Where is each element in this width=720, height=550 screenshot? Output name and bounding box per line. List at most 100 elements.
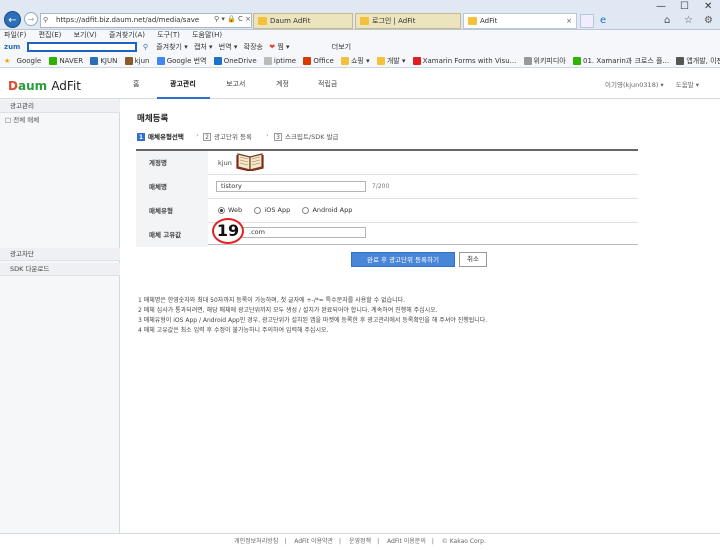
blog-icon [124, 57, 133, 65]
note-3: 3 매체유형이 iOS App / Android App인 경우, 광고단위가… [138, 317, 488, 324]
folder-icon [376, 57, 385, 65]
zum-search-input[interactable] [26, 42, 137, 52]
step-arrow-icon: › [196, 131, 199, 139]
menu-tools[interactable]: 도구(T) [157, 31, 180, 39]
nav-account[interactable]: 계정 [276, 79, 289, 89]
toolbar-more[interactable]: 더보기 [332, 43, 351, 51]
media-name-counter: 7/200 [372, 183, 390, 190]
note-2: 2 매체 심사가 통과되려면, 해당 매체에 광고단위까지 모두 생성 / 설치… [138, 307, 438, 314]
notes-list: 1 매체명은 한영숫자와 최대 50자까지 등록이 가능하며, 첫 글자에 +-… [138, 296, 638, 336]
page-icon [90, 57, 99, 65]
sidebar [0, 99, 120, 533]
tab-adfit[interactable]: AdFit × [463, 13, 577, 29]
daum-adfit-logo[interactable]: Daum AdFit [8, 79, 81, 93]
heart-icon: ❤ [269, 43, 276, 51]
toolbar-favorites[interactable]: 즐겨찾기 [156, 43, 182, 51]
media-name-label: 매체명 [136, 175, 208, 199]
new-tab-button[interactable] [580, 14, 594, 28]
step-2: 2 광고단위 등록 [203, 131, 252, 141]
sidebar-item-all-media[interactable]: □ 전체 매체 [0, 114, 120, 127]
edge-icon[interactable]: e [600, 15, 606, 26]
note-1: 1 매체명은 한영숫자와 최대 50자까지 등록이 가능하며, 첫 글자에 +-… [138, 297, 406, 304]
nav-reports[interactable]: 보고서 [226, 79, 245, 89]
step-arrow-icon: › [266, 131, 269, 139]
user-menu[interactable]: 이기영(kjun0318) ▾ 도움말 ▾ [605, 79, 699, 89]
page-icon [676, 57, 685, 65]
search-icon[interactable]: ⚲ [143, 43, 148, 51]
radio-web[interactable] [218, 206, 225, 214]
home-icon[interactable]: ⌂ [664, 15, 670, 26]
toolbar-capture[interactable]: 캡처 [194, 43, 207, 51]
toolbar-translate[interactable]: 번역 [219, 43, 232, 51]
sidebar-section-ad-block[interactable]: 광고차단 [0, 248, 120, 261]
fav-iptime[interactable]: iptime [274, 57, 296, 65]
media-type-radio-group: Web iOS App Android App [218, 206, 362, 214]
close-tab-icon[interactable]: × [566, 14, 572, 28]
menu-edit[interactable]: 편집(E) [39, 31, 62, 39]
cancel-button[interactable]: 취소 [459, 252, 487, 267]
fav-naver[interactable]: NAVER [59, 57, 83, 65]
fav-wiki[interactable]: 위키피디아 [534, 57, 566, 65]
translate-icon [156, 57, 165, 65]
fav-kjun[interactable]: kjun [135, 57, 150, 65]
footer-privacy-link[interactable]: 개인정보처리방침 [234, 538, 278, 545]
fav-xamarin[interactable]: Xamarin Forms with Visu... [423, 57, 517, 65]
menu-help[interactable]: 도움말(H) [192, 31, 222, 39]
nav-home[interactable]: 홈 [133, 79, 139, 89]
footer-copyright: © Kakao Corp. [441, 538, 486, 545]
menu-favorites[interactable]: 즐겨찾기(A) [109, 31, 145, 39]
forward-button[interactable]: → [24, 12, 38, 26]
close-window-icon[interactable]: ✕ [704, 1, 712, 12]
fav-onedrive[interactable]: OneDrive [224, 57, 257, 65]
footer-policy-link[interactable]: 운영정책 [349, 538, 371, 545]
fav-dev[interactable]: 개발 [387, 57, 400, 65]
menu-file[interactable]: 파일(F) [4, 31, 26, 39]
nav-active-indicator [157, 97, 210, 99]
fav-shopping[interactable]: 쇼핑 [351, 57, 364, 65]
radio-ios-app[interactable] [254, 206, 262, 214]
page-icon [263, 57, 272, 65]
submit-and-register-ad-unit-button[interactable]: 완료 후 광고단위 등록하기 [351, 252, 455, 267]
sidebar-section-ad-management[interactable]: 광고관리 [0, 100, 120, 113]
youtube-icon [412, 57, 421, 65]
favorites-star-icon[interactable]: ☆ [684, 15, 693, 26]
nav-ad-management[interactable]: 광고관리 [170, 79, 196, 89]
account-label: 계정명 [136, 151, 208, 175]
onedrive-icon [213, 57, 222, 65]
media-name-input[interactable]: tistory [216, 181, 366, 192]
toolbar-extension[interactable]: 확장송 [244, 43, 263, 51]
back-button[interactable]: ← [4, 11, 21, 28]
office-icon [303, 57, 312, 65]
help-menu[interactable]: 도움말 ▾ [676, 81, 699, 89]
tab-daum-adfit[interactable]: Daum AdFit [253, 13, 353, 29]
site-footer: 개인정보처리방침 | AdFit 이용약관 | 운영정책 | AdFit 이용문의 | … [0, 533, 720, 550]
page-title: 매체등록 [137, 114, 169, 124]
adfit-favicon [468, 17, 477, 25]
favorites-bar: ★ Google NAVER KJUN kjun Google 번역 OneDr… [0, 54, 720, 68]
page-icon [572, 57, 581, 65]
fav-kjun-upper[interactable]: KJUN [100, 57, 117, 65]
address-controls[interactable]: ⚲ ▾ 🔒 C × [214, 15, 251, 23]
maximize-icon[interactable]: ☐ [680, 1, 689, 12]
step-1: 1 매체유형선택 [137, 133, 184, 141]
radio-android-app[interactable] [302, 206, 310, 214]
nav-reserve[interactable]: 적립금 [318, 79, 337, 89]
tab-login[interactable]: 로그인 | AdFit [355, 13, 461, 29]
menu-view[interactable]: 보기(V) [74, 31, 97, 39]
fav-office[interactable]: Office [313, 57, 333, 65]
fav-google[interactable]: Google [17, 57, 42, 65]
footer-inquiry-link[interactable]: AdFit 이용문의 [387, 538, 426, 545]
lock-icon: ⚲ [43, 16, 49, 24]
adfit-favicon [360, 17, 369, 25]
fav-appdev[interactable]: 앱개발, 이젠 다시 크로스... [686, 57, 720, 65]
unique-value-label: 매체 고유값 [136, 223, 208, 247]
sidebar-section-sdk-download[interactable]: SDK 다운로드 [0, 263, 120, 276]
settings-gear-icon[interactable]: ⚙ [704, 15, 713, 26]
fav-xamarin-cross[interactable]: 01. Xamarin과 크로스 플... [583, 57, 669, 65]
fav-google-translate[interactable]: Google 번역 [167, 57, 207, 65]
footer-terms-link[interactable]: AdFit 이용약관 [294, 538, 333, 545]
minimize-icon[interactable]: — [656, 1, 666, 12]
folder-icon [340, 57, 349, 65]
toolbar-zzim[interactable]: 찜 [277, 43, 283, 51]
menu-bar: 파일(F) 편집(E) 보기(V) 즐겨찾기(A) 도구(T) 도움말(H) [0, 30, 720, 41]
